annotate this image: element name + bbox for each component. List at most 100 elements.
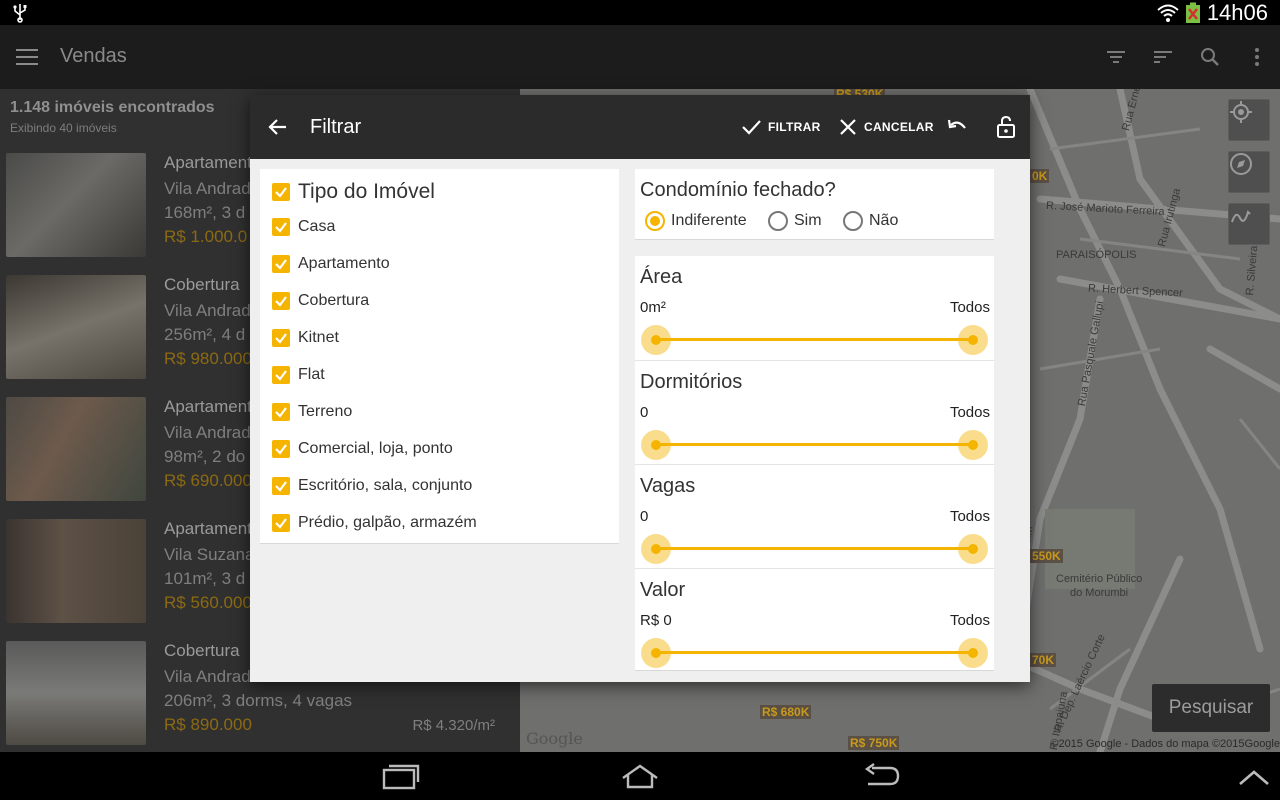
checkbox-kitnet[interactable]: Kitnet — [272, 326, 339, 350]
undo-icon[interactable] — [946, 115, 970, 139]
system-nav-bar — [0, 752, 1280, 800]
my-location-button[interactable] — [1228, 99, 1270, 141]
range-track[interactable] — [655, 443, 973, 446]
checkbox-checked-icon — [272, 366, 290, 384]
checkbox-terreno[interactable]: Terreno — [272, 400, 352, 424]
more-options-icon[interactable] — [1233, 41, 1280, 73]
lock-open-icon[interactable] — [994, 115, 1018, 139]
checkbox-escritorio[interactable]: Escritório, sala, conjunto — [272, 474, 472, 498]
clock: 14h06 — [1206, 0, 1268, 25]
listing-location: Vila Andrad — [164, 423, 251, 442]
property-type-card: Tipo do Imóvel Casa Apartamento Cobertur… — [260, 169, 619, 544]
range-max-label: Todos — [949, 508, 990, 525]
check-icon — [742, 120, 761, 135]
radio-unselected-icon — [843, 211, 863, 231]
checkbox-checked-icon — [272, 255, 290, 273]
checkbox-comercial[interactable]: Comercial, loja, ponto — [272, 437, 453, 461]
range-min-handle[interactable] — [641, 638, 671, 668]
checkbox-label: Casa — [298, 218, 336, 235]
price-marker[interactable]: 550K — [1030, 549, 1063, 563]
radio-selected-icon — [645, 211, 665, 231]
radio-unselected-icon — [768, 211, 788, 231]
ranges-card: Área 0m² Todos Dormitórios 0 Todos Vagas… — [635, 256, 994, 671]
range-max-handle[interactable] — [958, 534, 988, 564]
recent-apps-icon[interactable] — [380, 762, 420, 790]
range-min-handle[interactable] — [641, 325, 671, 355]
property-type-all-checkbox[interactable]: Tipo do Imóvel — [272, 179, 435, 205]
price-marker[interactable]: 0K — [1030, 169, 1050, 183]
sort-icon[interactable] — [1139, 41, 1186, 73]
listing-price: R$ 690.000 — [164, 471, 252, 490]
checkbox-predio[interactable]: Prédio, galpão, armazém — [272, 511, 477, 535]
back-arrow-icon[interactable] — [266, 115, 290, 139]
checkbox-checked-icon — [272, 218, 290, 236]
filter-dialog: Filtrar FILTRAR CANCELAR Tipo do Imóvel … — [250, 95, 1030, 682]
listing-price: R$ 560.000 — [164, 593, 252, 612]
menu-icon[interactable] — [16, 47, 40, 67]
gated-community-title: Condomínio fechado? — [640, 179, 836, 201]
range-max-handle[interactable] — [958, 325, 988, 355]
radio-indiferente[interactable]: Indiferente — [645, 209, 747, 233]
listing-location: Vila Andrad — [164, 301, 251, 320]
range-title: Valor — [640, 579, 686, 601]
property-type-title: Tipo do Imóvel — [298, 180, 435, 203]
range-title: Área — [640, 266, 683, 288]
listing-details: 101m², 3 d — [164, 569, 246, 588]
checkbox-flat[interactable]: Flat — [272, 363, 325, 387]
results-header: 1.148 imóveis encontrados Exibindo 40 im… — [10, 99, 215, 135]
home-icon[interactable] — [620, 762, 660, 790]
range-title: Vagas — [640, 475, 696, 497]
app-title: Vendas — [60, 45, 127, 67]
checkbox-cobertura[interactable]: Cobertura — [272, 289, 369, 313]
checkbox-label: Apartamento — [298, 255, 390, 272]
range-min-handle[interactable] — [641, 534, 671, 564]
app-toolbar: Vendas — [0, 25, 1280, 89]
range-min-handle[interactable] — [641, 430, 671, 460]
radio-sim[interactable]: Sim — [768, 209, 822, 233]
range-max-handle[interactable] — [958, 430, 988, 460]
chevron-up-icon[interactable] — [1234, 762, 1274, 790]
range-max-handle[interactable] — [958, 638, 988, 668]
cemetery-label: Cemitério Público — [1056, 573, 1143, 585]
dialog-title: Filtrar — [310, 116, 362, 138]
draw-area-button[interactable] — [1228, 203, 1270, 245]
listing-price-per-m2: R$ 4.320/m² — [412, 717, 495, 734]
range-min-label: 0 — [640, 404, 649, 421]
checkbox-label: Prédio, galpão, armazém — [298, 514, 477, 531]
range-track[interactable] — [655, 338, 973, 341]
price-marker[interactable]: R$ 680K — [760, 705, 812, 719]
checkbox-checked-icon — [272, 292, 290, 310]
draw-icon — [1231, 210, 1251, 223]
bedrooms-range: Dormitórios 0 Todos — [635, 360, 994, 464]
crosshair-icon — [1230, 101, 1252, 123]
search-area-button[interactable]: Pesquisar — [1152, 684, 1270, 732]
range-track[interactable] — [655, 651, 973, 654]
radio-label: Indiferente — [671, 212, 747, 229]
battery-icon — [1185, 2, 1200, 23]
checkbox-checked-icon — [272, 477, 290, 495]
radio-nao[interactable]: Não — [843, 209, 898, 233]
filter-button-label: FILTRAR — [768, 120, 821, 134]
range-track[interactable] — [655, 547, 973, 550]
price-marker[interactable]: 70K — [1030, 653, 1057, 667]
cancel-button[interactable]: CANCELAR — [838, 115, 934, 139]
checkbox-casa[interactable]: Casa — [272, 215, 335, 239]
checkbox-checked-icon — [272, 403, 290, 421]
compass-button[interactable] — [1228, 151, 1270, 193]
listing-title: Apartamento — [164, 153, 262, 172]
gated-community-card: Condomínio fechado? Indiferente Sim Não — [635, 169, 994, 240]
checkbox-apartamento[interactable]: Apartamento — [272, 252, 390, 276]
checkbox-checked-icon — [272, 329, 290, 347]
range-min-label: 0m² — [640, 299, 666, 316]
range-max-label: Todos — [949, 299, 990, 316]
listing-title: Apartamento — [164, 397, 262, 416]
back-icon[interactable] — [862, 762, 902, 790]
search-icon[interactable] — [1186, 41, 1233, 73]
checkbox-label: Terreno — [298, 403, 353, 420]
filter-button[interactable]: FILTRAR — [740, 115, 821, 139]
price-marker[interactable]: R$ 750K — [848, 736, 900, 750]
parking-range: Vagas 0 Todos — [635, 464, 994, 568]
map-copyright: ©2015 Google - Dados do mapa ©2015Google — [1050, 738, 1280, 750]
filter-icon[interactable] — [1092, 41, 1139, 73]
range-max-label: Todos — [949, 612, 990, 629]
